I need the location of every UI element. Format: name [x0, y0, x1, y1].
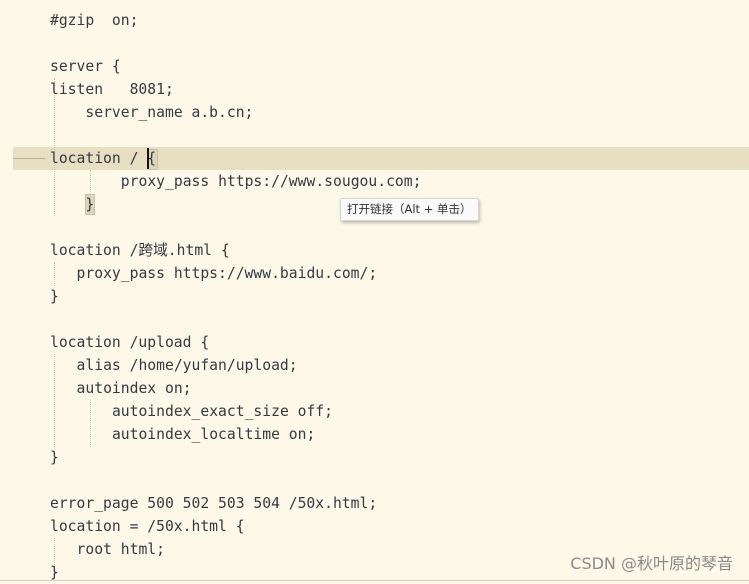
code-line[interactable]: #gzip on;: [50, 9, 138, 32]
code-line[interactable]: location /upload {: [50, 331, 209, 354]
watermark: CSDN @秋叶原的琴音: [570, 554, 733, 573]
code-line[interactable]: root html;: [77, 538, 165, 561]
code-line[interactable]: proxy_pass https://www.baidu.com/;: [77, 262, 378, 285]
code-line[interactable]: }: [50, 285, 59, 308]
code-line[interactable]: }: [50, 446, 59, 469]
indent-guide: [54, 262, 55, 286]
code-line[interactable]: listen 8081;: [50, 78, 174, 101]
code-line[interactable]: server_name a.b.cn;: [85, 101, 253, 124]
code-line[interactable]: location /跨域.html {: [50, 239, 230, 262]
code-line[interactable]: proxy_pass https://www.sougou.com;: [121, 170, 422, 193]
text-caret: [147, 148, 149, 169]
indent-guide: [90, 400, 91, 447]
code-line[interactable]: }: [85, 193, 94, 216]
code-line[interactable]: server {: [50, 55, 121, 78]
code-line[interactable]: alias /home/yufan/upload;: [77, 354, 298, 377]
code-line[interactable]: error_page 500 502 503 504 /50x.html;: [50, 492, 377, 515]
code-line[interactable]: location / {: [50, 147, 156, 170]
indent-guide: [54, 354, 55, 447]
fold-guide: [13, 158, 45, 159]
indent-guide: [90, 170, 91, 194]
code-line[interactable]: location = /50x.html {: [50, 515, 245, 538]
code-line[interactable]: autoindex on;: [77, 377, 192, 400]
open-link-tooltip: 打开链接（Alt + 单击）: [340, 198, 479, 221]
code-line[interactable]: autoindex_localtime on;: [112, 423, 315, 446]
code-line[interactable]: autoindex_exact_size off;: [112, 400, 333, 423]
